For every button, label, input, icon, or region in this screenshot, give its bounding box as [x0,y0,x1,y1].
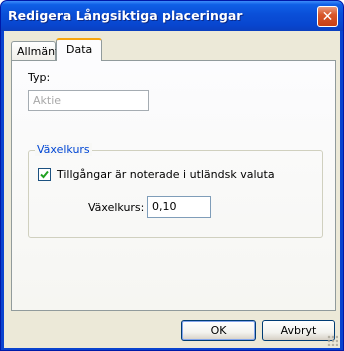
title-bar[interactable]: Redigera Långsiktiga placeringar ✕ [1,1,343,31]
exchange-rate-input[interactable]: 0,10 [147,196,211,218]
exchange-rate-group: Växelkurs Tillgångar är noterade i utlän… [28,143,323,238]
type-field: Aktie [28,90,149,111]
cancel-button[interactable]: Avbryt [262,320,335,341]
group-title: Växelkurs [35,143,92,156]
resize-grip-icon[interactable] [327,335,338,346]
tab-label: Allmänt [17,45,60,58]
ok-button[interactable]: OK [181,320,256,341]
tab-data[interactable]: Data [56,38,102,61]
window-title: Redigera Långsiktiga placeringar [8,8,243,23]
type-label: Typ: [28,71,51,84]
dialog-window: Redigera Långsiktiga placeringar ✕ Allmä… [0,0,344,351]
checkmark-icon [40,170,49,179]
foreign-currency-checkbox[interactable] [38,168,51,181]
tab-label: Data [66,43,93,56]
close-icon: ✕ [321,8,334,25]
tab-allmant[interactable]: Allmänt [11,41,60,60]
exchange-rate-label: Växelkurs: [88,201,145,214]
close-button[interactable]: ✕ [317,6,338,27]
dialog-client-area: Allmänt Data Typ: Aktie Växelkurs Tillgå… [4,31,340,348]
foreign-currency-label[interactable]: Tillgångar är noterade i utländsk valuta [57,168,275,181]
tab-panel-data: Typ: Aktie Växelkurs Tillgångar är noter… [11,60,336,311]
